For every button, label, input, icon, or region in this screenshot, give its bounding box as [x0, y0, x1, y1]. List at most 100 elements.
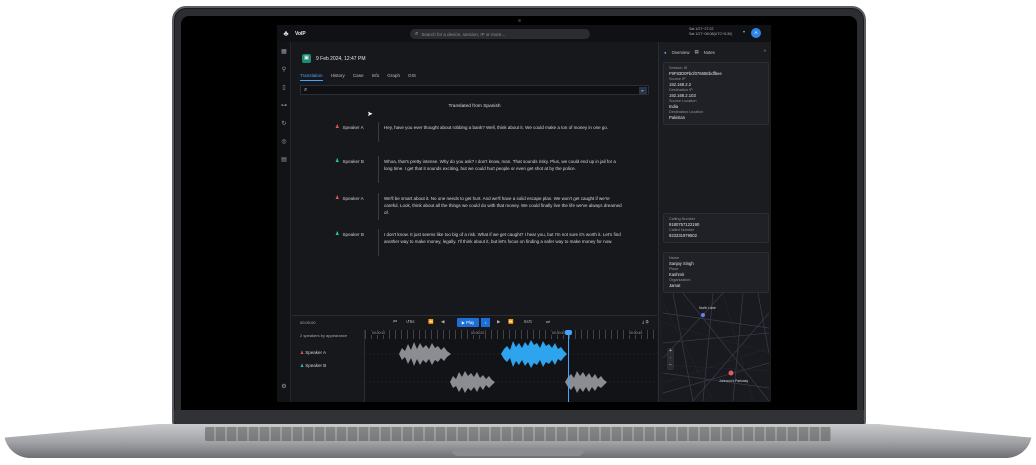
app-logo-icon: ♣ — [283, 28, 289, 38]
search-icon: ⌕ — [415, 30, 419, 37]
field-value: Pakistan — [669, 115, 686, 120]
waveform-timeline[interactable]: 00:00:10 00:00:20 00:00:30 00:00:40 — [364, 330, 658, 402]
webcam — [518, 19, 521, 22]
divider — [378, 156, 379, 183]
keyboard-hint — [205, 427, 831, 441]
case-icon: ▣ — [302, 54, 311, 63]
player-controls: 00:00:00 ⏮ ↺5s ⏪ ◀ ▶ Play ♪ ▶ ⏩ 5s↻ ⏭ ⤓ … — [292, 316, 657, 329]
user-avatar[interactable]: A — [751, 28, 761, 38]
wave-segment-b1 — [450, 371, 495, 393]
forward-button[interactable]: 5s↻ — [524, 319, 533, 325]
skip-start-icon[interactable]: ⏮ — [393, 319, 397, 324]
wave-segment-b2 — [565, 371, 607, 393]
speaker-name: Speaker A — [305, 350, 327, 355]
link-icon[interactable]: ⊶ — [277, 96, 291, 114]
forward-label: 5s — [524, 319, 529, 324]
step-forward-icon[interactable]: ▶ — [497, 319, 500, 325]
map-label: Johnson's Parkway — [719, 379, 749, 383]
rewind-label: 5s — [409, 319, 415, 324]
speaker-label: ♟ Speaker B — [335, 158, 364, 164]
speaker-label: ♟ Speaker A — [335, 195, 364, 201]
waveform-svg — [365, 340, 658, 393]
laptop-notch — [452, 450, 584, 456]
tab-info[interactable]: Info — [372, 73, 380, 81]
mouse-cursor-icon: ➤ — [367, 111, 373, 118]
date-line-2: Sat 1/27~08:08(UTC+5:30) — [689, 32, 733, 36]
utterance-text: Hey, have you ever thought about robbing… — [384, 125, 609, 130]
wave-segment-a1 — [399, 342, 451, 366]
tab-overview[interactable]: Overview — [672, 50, 690, 55]
map-zoom-control[interactable]: + · − — [667, 348, 674, 370]
search-icon: ⌕ — [304, 86, 308, 93]
step-back-icon[interactable]: ◀ — [441, 319, 444, 325]
app-name: VoIP — [295, 30, 306, 37]
search-placeholder: Search for a device, session, IP or more… — [421, 31, 506, 37]
field-value: 923331979502 — [669, 233, 697, 238]
app-screen: ♣ VoIP ⌕ Search for a device, session, I… — [277, 25, 771, 402]
global-search-input[interactable]: ⌕ Search for a device, session, IP or mo… — [410, 29, 590, 39]
settings-icon[interactable]: ⚙ — [277, 377, 291, 395]
tab-translation[interactable]: Translation — [300, 73, 323, 81]
file-icon[interactable]: ▯ — [277, 78, 291, 96]
laptop-chin — [174, 410, 864, 424]
tab-history[interactable]: History — [331, 73, 345, 81]
utterance-text: I don't know. It just seems like too big… — [384, 232, 621, 244]
skip-end-icon[interactable]: ⏭ — [546, 319, 550, 324]
expand-icon[interactable]: » — [763, 48, 766, 53]
download-icon[interactable]: ⤓ ⚙ — [642, 319, 649, 324]
prev-frame-icon[interactable]: ⏪ — [428, 319, 434, 325]
playhead[interactable] — [568, 330, 569, 402]
speaker-name: Speaker A — [342, 124, 364, 130]
top-bar: ♣ VoIP ⌕ Search for a device, session, I… — [277, 25, 771, 42]
tab-graph[interactable]: Graph — [387, 73, 400, 81]
speaker-list-item[interactable]: ♟ Speaker B — [300, 363, 326, 369]
note-icon: ▤ — [694, 49, 699, 54]
case-title: 9 Feb 2024, 12:47 PM — [316, 55, 366, 62]
field-value: Jamat — [669, 283, 681, 288]
grid-icon[interactable]: ▦ — [277, 42, 291, 60]
wave-segment-a2 — [501, 340, 567, 368]
volume-icon[interactable]: ♪ — [481, 318, 490, 327]
current-time: 00:00:00 — [300, 320, 316, 325]
map-label: North Lane — [699, 306, 716, 310]
translation-heading: Translated from Spanish — [448, 104, 501, 109]
refresh-icon[interactable]: ↻ — [277, 114, 291, 132]
play-button[interactable]: ▶ Play — [457, 318, 479, 327]
divider — [378, 229, 379, 256]
person-icon: ♟ — [335, 195, 340, 201]
speaker-name: Speaker A — [342, 195, 364, 201]
audio-player: 00:00:00 ⏮ ↺5s ⏪ ◀ ▶ Play ♪ ▶ ⏩ 5s↻ ⏭ ⤓ … — [292, 315, 658, 402]
collapse-icon[interactable]: ⇤ — [639, 87, 647, 94]
chart-icon[interactable]: ▤ — [277, 150, 291, 168]
person-icon: ♟ — [335, 158, 340, 164]
rewind-button[interactable]: ↺5s — [406, 319, 415, 325]
speakers-header: 2 speakers by appearance — [300, 333, 348, 338]
speaker-list-item[interactable]: ♟ Speaker A — [300, 350, 326, 356]
info-icon: ● — [664, 49, 667, 55]
side-nav: ▦ ⚲ ▯ ⊶ ↻ ◎ ▤ ⚙ — [277, 42, 291, 402]
speaker-name: Speaker B — [305, 363, 327, 368]
person-icon: ♟ — [335, 124, 340, 130]
utterance-text: Whoa, that's pretty intense. Why do you … — [384, 159, 616, 171]
tab-case[interactable]: Case — [353, 73, 364, 81]
divider — [378, 122, 379, 142]
play-label: Play — [466, 320, 475, 325]
speaker-name: Speaker B — [342, 231, 364, 237]
tab-gis[interactable]: GIS — [408, 73, 416, 81]
utterance-text: We'll be smart about it. No one needs to… — [384, 196, 622, 215]
user-icon[interactable]: ⚲ — [277, 60, 291, 78]
target-icon[interactable]: ◎ — [277, 132, 291, 150]
case-header: ▣ 9 Feb 2024, 12:47 PM — [302, 54, 365, 63]
next-frame-icon[interactable]: ⏩ — [508, 319, 514, 325]
speaker-name: Speaker B — [342, 158, 364, 164]
person-icon: ♟ — [335, 231, 340, 237]
main-panel: ▣ 9 Feb 2024, 12:47 PM Translation Histo… — [292, 42, 658, 402]
location-map[interactable]: + · − North Lane Johnson's Parkway — [663, 293, 769, 401]
chevron-down-icon[interactable]: ▾ — [743, 29, 745, 34]
tab-notes[interactable]: Notes — [704, 50, 715, 55]
divider — [378, 193, 379, 220]
transcript-search-input[interactable]: ⌕ ⇤ — [300, 85, 649, 95]
map-pin-source — [701, 313, 705, 317]
details-panel: ● Overview ▤ Notes » Session ID F9F83D0F… — [658, 42, 771, 402]
case-tabs: Translation History Case Info Graph GIS — [300, 73, 416, 81]
